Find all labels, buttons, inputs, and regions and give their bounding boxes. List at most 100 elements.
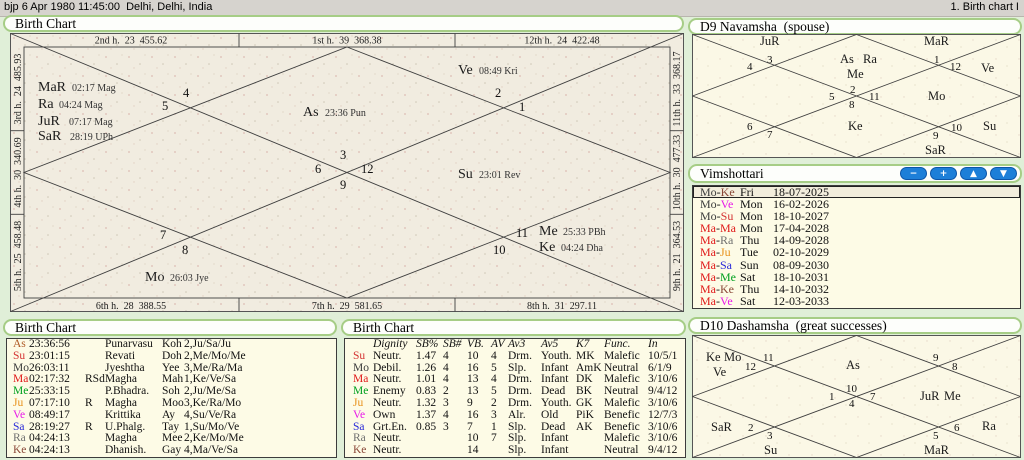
planet-degree: 28:19 UPh [70,132,113,143]
d9-panel-title: D9 Navamsha (spouse) [688,18,1022,35]
edge-label: 10th h. 30 477.33 [672,135,683,210]
edge-label: 11th h. 33 368.17 [672,52,683,127]
panel-title-text: Birth Chart [15,16,77,31]
nakshatra-table: As 23:36:56 Punarvasu Koh 2,Ju/Sa/Ju Su 23:01:… [6,338,337,458]
nakshatra-panel-title: Birth Chart [3,319,337,336]
planet-degree: 04:24 Dha [561,243,604,254]
planet-abbr: MaR [924,34,950,48]
house-number: 3 [767,430,773,442]
planet-abbr: Ra [38,97,54,112]
house-number: 12 [361,162,374,176]
dignity-table: Dignity SB% SB# VB. AV Av3 Av5 K7 Func. In Su Neutr… [344,338,686,458]
edge-label: 7th h. 29 581.65 [312,301,382,312]
house-number: 11 [516,226,528,240]
table-row: Ve 08:49:17 Krittika Ay 4,Su/Ve/Ra [13,408,237,421]
table-row: Ke 04:24:13 Dhanish. Gay 4,Ma/Ve/Sa [13,444,238,457]
edge-label: 6th h. 28 388.55 [96,301,166,312]
house-number: 5 [829,91,835,103]
planet-abbr: Ve [713,365,727,379]
table-row: Ve Own 1.37 4 16 3 Alr. Old PiK Benefic 12/7/3 [353,408,678,421]
house-number: 2 [850,84,856,96]
table-row: Ju 07:17:10 R Magha Moo 3,Ke/Ra/Mo [13,396,242,409]
planet-abbr: Su [983,119,997,133]
d10-panel-title: D10 Dashamsha (great successes) [688,317,1022,334]
planet-degree: 23:01 Rev [479,170,520,181]
house-number: 1 [934,54,940,66]
panel-title-text: D9 Navamsha (spouse) [700,19,830,34]
house-number: 5 [162,99,168,113]
panel-title-text: Birth Chart [15,320,77,335]
house-number: 7 [160,228,166,242]
planet-degree: 08:49 Kri [479,66,518,77]
house-number: 3 [340,148,346,162]
house-number: 12 [745,361,756,373]
planet-abbr: Ke [848,119,863,133]
table-row: Ju Neutr. 1.32 3 9 2 Drm. Youth. GK Malefic 3/10/6 [353,396,678,409]
planet-degree: 26:03 Jye [170,273,209,284]
planet-abbr: SaR [38,129,62,144]
house-number: 9 [933,130,939,142]
planet-abbr: JuR [760,34,780,48]
house-number: 4 [849,398,855,410]
dasha-list: Mo-Ke Fri 18-07-2025 Mo-Ve Mon 16-02-2026 Mo-S… [692,185,1021,309]
birth-chart-panel-title: Birth Chart [3,15,684,32]
d9-chart-svg: JuR As Ra Me MaR Ve Mo Ke Su SaR 3 4 2 1… [692,34,1021,158]
house-number: 2 [495,86,501,100]
planet-abbr: Ra [982,419,996,433]
house-number: 6 [315,162,321,176]
planet-abbr: Ke [706,350,721,364]
planet-degree: 07:17 Mag [69,117,113,128]
house-number: 2 [748,422,754,434]
planet-abbr: Ke [539,240,555,255]
house-number: 4 [747,61,753,73]
planet-abbr: JuR [38,114,60,129]
dasha-scroll-down-button[interactable]: ▼ [990,167,1017,180]
planet-abbr: Su [764,443,778,457]
house-number: 1 [519,100,525,114]
planet-degree: 25:33 PBh [563,227,606,238]
planet-abbr: Mo [928,89,945,103]
table-row: Su 23:01:15 Revati Doh 2,Me/Mo/Me [13,349,246,362]
planet-abbr: SaR [925,143,947,157]
planet-degree: 04:24 Mag [59,100,103,111]
dasha-level-increase-button[interactable]: + [930,167,957,180]
birth-data-text: bjp 6 Apr 1980 11:45:00 Delhi, Delhi, In… [4,1,213,13]
edge-label: 1st h. 39 368.38 [312,36,381,47]
planet-abbr: Ra [863,52,877,66]
planet-abbr: Me [847,67,864,81]
house-number: 8 [182,243,188,257]
planet-abbr: Me [539,224,558,239]
planet-abbr: MaR [924,443,950,457]
d10-chart-svg: Ke Mo Ve As JuR Me SaR Su Ra MaR 12 11 9… [692,335,1021,458]
house-number: 9 [340,178,346,192]
edge-label: 12th h. 24 422.48 [524,36,599,47]
ascendant-degree: 23:36 Pun [325,108,366,119]
dasha-row[interactable]: Ma-Sa Sun 08-09-2030 [693,258,1020,270]
house-number: 8 [849,99,855,111]
ascendant-abbr: As [846,358,860,372]
panel-title-text: Birth Chart [353,320,415,335]
table-row: Su Neutr. 1.47 4 10 4 Drm. Youth. MK Malefic 10/5/… [353,349,678,362]
house-number: 1 [829,391,835,403]
ascendant-abbr: As [303,105,319,120]
planet-degree: 02:17 Mag [72,83,116,94]
dasha-scroll-up-button[interactable]: ▲ [960,167,987,180]
edge-label: 3rd h. 24 485.93 [13,54,24,125]
house-number: 10 [846,383,858,395]
planet-abbr: Me [944,389,961,403]
planet-abbr: MaR [38,80,67,95]
planet-abbr: SaR [711,420,733,434]
house-number: 8 [952,361,958,373]
house-number: 10 [951,122,963,134]
planet-abbr: Mo [724,350,741,364]
dasha-level-decrease-button[interactable]: − [900,167,927,180]
ascendant-abbr: As [840,52,854,66]
planet-abbr: JuR [920,389,940,403]
panel-title-text: Vimshottari [700,166,764,181]
dignity-panel-title: Birth Chart [341,319,686,336]
dasha-row[interactable]: Ma-Ju Tue 02-10-2029 [693,246,1020,258]
dasha-row[interactable]: Ma-Ve Sat 12-03-2033 [693,295,1020,307]
edge-label: 5th h. 25 458.48 [13,221,24,291]
dasha-row[interactable]: Ma-Me Sat 18-10-2031 [693,270,1020,282]
house-number: 5 [933,430,939,442]
